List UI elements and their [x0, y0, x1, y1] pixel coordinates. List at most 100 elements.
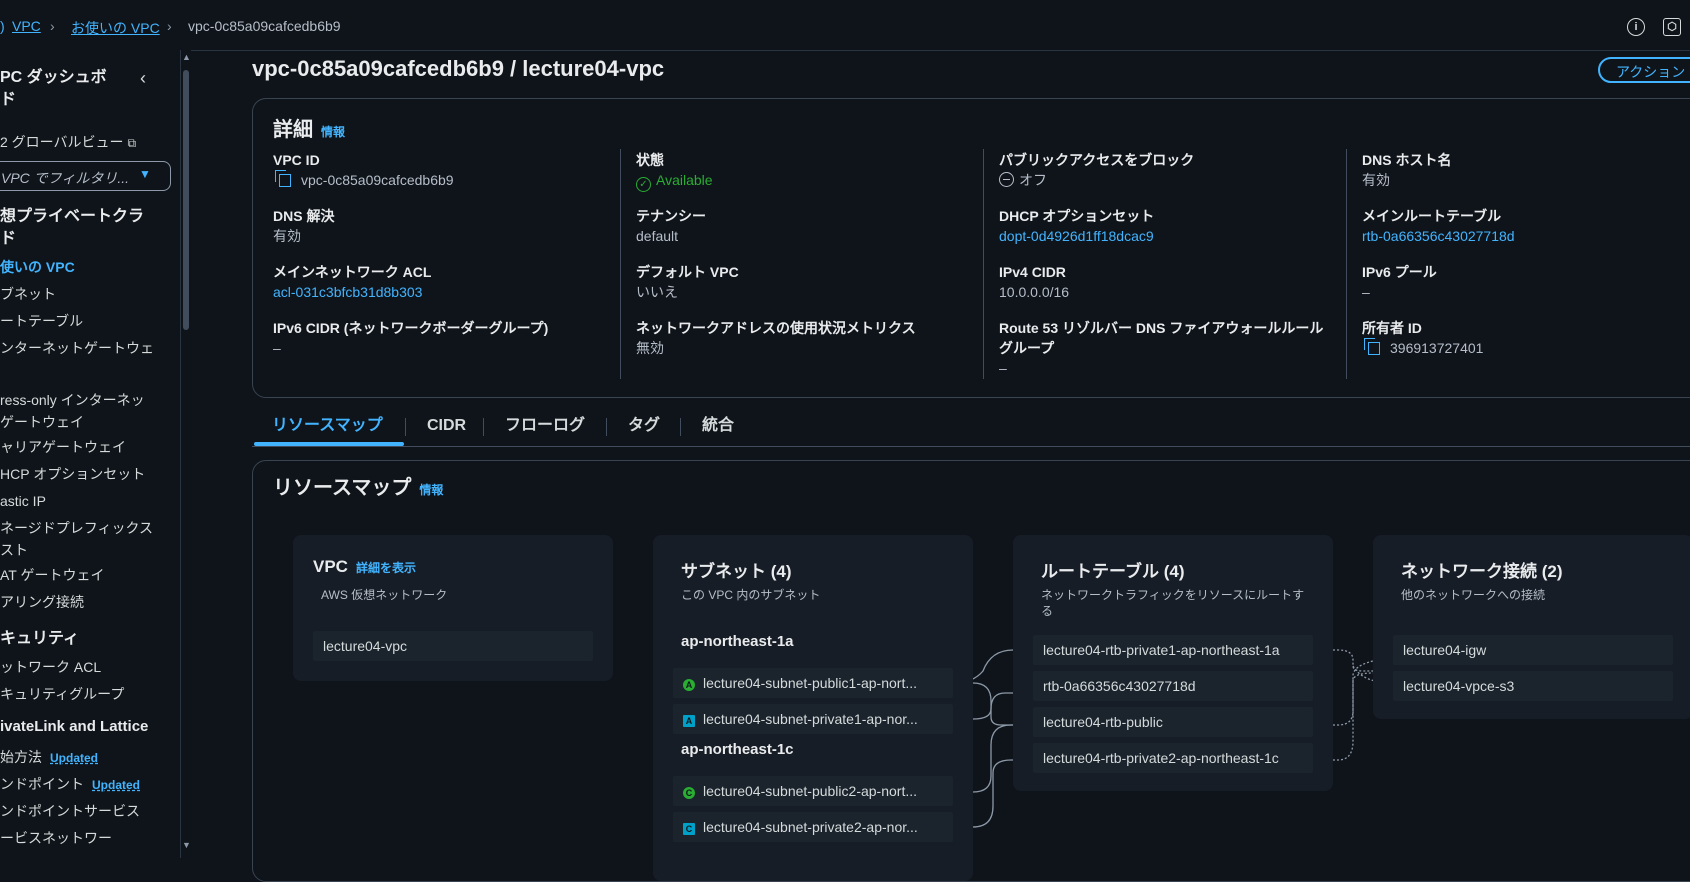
- subnet-name: lecture04-subnet-public2-ap-nort...: [703, 783, 918, 799]
- dhcp-option-set-link[interactable]: dopt-0d4926d1ff18dcac9: [999, 227, 1154, 245]
- sidebar-item-nat-gateways[interactable]: AT ゲートウェイ: [0, 565, 105, 585]
- tab-divider: [405, 418, 406, 436]
- breadcrumb-current: vpc-0c85a09cafcedb6b9: [188, 18, 341, 34]
- private-subnet-icon: A: [683, 715, 695, 727]
- tab-resource-map[interactable]: リソースマップ: [272, 412, 383, 446]
- network-connection-item[interactable]: lecture04-igw: [1393, 635, 1673, 665]
- state-label: 状態: [636, 152, 664, 168]
- sidebar-item-carrier-gateways[interactable]: ャリアゲートウェイ: [0, 437, 126, 457]
- tab-flow-logs[interactable]: フローログ: [505, 412, 585, 446]
- tab-cidr[interactable]: CIDR: [427, 412, 466, 446]
- ipv4-cidr-label: IPv4 CIDR: [999, 264, 1066, 280]
- subnet-item[interactable]: Clecture04-subnet-private2-ap-nor...: [673, 812, 953, 842]
- route-table-item[interactable]: lecture04-rtb-private2-ap-northeast-1c: [1033, 743, 1313, 773]
- subnet-item[interactable]: Clecture04-subnet-public2-ap-nort...: [673, 776, 953, 806]
- route-tables-card-title: ルートテーブル (4): [1041, 562, 1185, 581]
- sidebar-item-egress-only-line1[interactable]: ress-only インターネッ: [0, 390, 145, 410]
- private-subnet-icon: C: [683, 823, 695, 835]
- state-text: Available: [656, 172, 713, 188]
- settings-icon[interactable]: ⬡: [1663, 18, 1681, 36]
- tab-integrations[interactable]: 統合: [702, 412, 734, 446]
- network-connections-card-description: 他のネットワークへの接続: [1401, 588, 1546, 602]
- state-value: ✓ Available: [636, 171, 713, 192]
- sidebar-title-line2[interactable]: ド: [0, 89, 16, 111]
- sidebar-section-vpc-line2: ド: [0, 230, 17, 247]
- sidebar-item-peering-connections[interactable]: アリング接続: [0, 592, 84, 612]
- vpc-card-description: AWS 仮想ネットワーク: [321, 588, 448, 602]
- column-divider: [1346, 149, 1347, 379]
- sidebar-item-route-tables[interactable]: ートテーブル: [0, 311, 83, 331]
- copy-icon[interactable]: [275, 170, 291, 187]
- updated-badge: Updated: [50, 751, 98, 765]
- vpc-show-details-link[interactable]: 詳細を表示: [356, 561, 416, 575]
- sidebar-global-view[interactable]: 2 グローバルビュー ⧉: [0, 132, 136, 153]
- sidebar-item-endpoints[interactable]: ンドポイント Updated: [0, 774, 140, 795]
- collapse-sidebar-icon[interactable]: ‹: [140, 68, 146, 89]
- sidebar-item-internet-gateways[interactable]: ンターネットゲートウェ: [0, 338, 154, 358]
- route-table-item[interactable]: rtb-0a66356c43027718d: [1033, 671, 1313, 701]
- sidebar-item-security-groups[interactable]: キュリティグループ: [0, 684, 124, 704]
- owner-id-text: 396913727401: [1390, 340, 1484, 356]
- route-table-item[interactable]: lecture04-rtb-public: [1033, 707, 1313, 737]
- sidebar-item-network-acls[interactable]: ットワーク ACL: [0, 657, 101, 677]
- sidebar-item-getting-started[interactable]: 始方法 Updated: [0, 747, 98, 768]
- main-route-table-link[interactable]: rtb-0a66356c43027718d: [1362, 227, 1515, 245]
- public-subnet-icon: C: [683, 787, 695, 799]
- tab-divider: [606, 418, 607, 436]
- vpc-id-text: vpc-0c85a09cafcedb6b9: [301, 172, 454, 188]
- tenancy-label: テナンシー: [636, 208, 706, 224]
- copy-icon[interactable]: [1364, 338, 1380, 355]
- chevron-right-icon: ›: [167, 18, 172, 34]
- sidebar-item-prefix-lists-line2[interactable]: スト: [0, 540, 28, 560]
- sidebar-scrollbar-thumb[interactable]: [183, 70, 189, 330]
- scroll-up-icon[interactable]: ▲: [182, 52, 191, 62]
- updated-badge: Updated: [92, 778, 140, 792]
- sidebar-item-egress-only-line2[interactable]: ゲートウェイ: [0, 412, 84, 432]
- check-circle-icon: ✓: [636, 177, 651, 192]
- main-network-acl-label: メインネットワーク ACL: [273, 264, 432, 280]
- sidebar-item-elastic-ip[interactable]: astic IP: [0, 491, 46, 511]
- route53-firewall-label: Route 53 リゾルバー DNS ファイアウォールルール: [999, 320, 1324, 336]
- sidebar-item-prefix-lists-line1[interactable]: ネージドプレフィックス: [0, 518, 153, 538]
- main-network-acl-link[interactable]: acl-031c3bfcb31d8b303: [273, 283, 422, 301]
- tab-tags[interactable]: タグ: [628, 412, 660, 446]
- subnets-card-description: この VPC 内のサブネット: [681, 588, 821, 602]
- vpc-item[interactable]: lecture04-vpc: [313, 631, 593, 661]
- sidebar-item-service-networks[interactable]: ービスネットワー: [0, 828, 112, 848]
- sidebar-title-line1[interactable]: PC ダッシュボ: [0, 67, 107, 89]
- sidebar-section-security: キュリティ: [0, 630, 80, 647]
- sidebar-item-your-vpcs[interactable]: 使いの VPC: [0, 257, 75, 277]
- breadcrumb-your-vpcs-link[interactable]: お使いの VPC: [71, 18, 160, 38]
- dns-hostnames-label: DNS ホスト名: [1362, 152, 1452, 168]
- network-address-metrics-label: ネットワークアドレスの使用状況メトリクス: [636, 320, 916, 336]
- external-link-icon: ⧉: [127, 136, 137, 150]
- caret-down-icon: ▼: [139, 167, 151, 181]
- dns-hostnames-value: 有効: [1362, 172, 1390, 188]
- sidebar-item-label: 始方法: [0, 749, 42, 765]
- sidebar-item-dhcp-option-sets[interactable]: HCP オプションセット: [0, 464, 145, 484]
- breadcrumb-fragment: ): [0, 18, 5, 34]
- block-public-access-value: オフ: [999, 171, 1047, 189]
- breadcrumb-bar: ) VPC › お使いの VPC › vpc-0c85a09cafcedb6b9…: [0, 0, 1690, 51]
- page-title: vpc-0c85a09cafcedb6b9 / lecture04-vpc: [252, 56, 665, 81]
- scroll-down-icon[interactable]: ▼: [182, 840, 191, 850]
- sidebar-item-endpoint-services[interactable]: ンドポイントサービス: [0, 801, 140, 821]
- vpc-filter-select[interactable]: VPC でフィルタリ... ▼: [0, 161, 171, 191]
- default-vpc-value: いいえ: [636, 284, 678, 300]
- sidebar-item-subnets[interactable]: ブネット: [0, 284, 56, 304]
- network-connection-item[interactable]: lecture04-vpce-s3: [1393, 671, 1673, 701]
- actions-button[interactable]: アクション ▼: [1598, 57, 1690, 83]
- block-public-access-label: パブリックアクセスをブロック: [999, 152, 1195, 168]
- route-tables-card: ルートテーブル (4) ネットワークトラフィックをリソースにルートする lect…: [1013, 535, 1333, 791]
- subnet-item[interactable]: Alecture04-subnet-private1-ap-nor...: [673, 704, 953, 734]
- tab-bar: リソースマップ CIDR フローログ タグ 統合: [252, 412, 1690, 447]
- subnet-item[interactable]: Alecture04-subnet-public1-ap-nort...: [673, 668, 953, 698]
- subnets-card-title: サブネット (4): [681, 562, 792, 581]
- off-circle-icon: [999, 172, 1014, 187]
- details-info-link[interactable]: 情報: [321, 125, 345, 139]
- info-icon[interactable]: i: [1627, 18, 1645, 36]
- route53-firewall-label-line2: グループ: [999, 340, 1055, 356]
- breadcrumb-vpc-link[interactable]: VPC: [12, 18, 41, 34]
- route-table-item[interactable]: lecture04-rtb-private1-ap-northeast-1a: [1033, 635, 1313, 665]
- owner-id-label: 所有者 ID: [1362, 320, 1422, 336]
